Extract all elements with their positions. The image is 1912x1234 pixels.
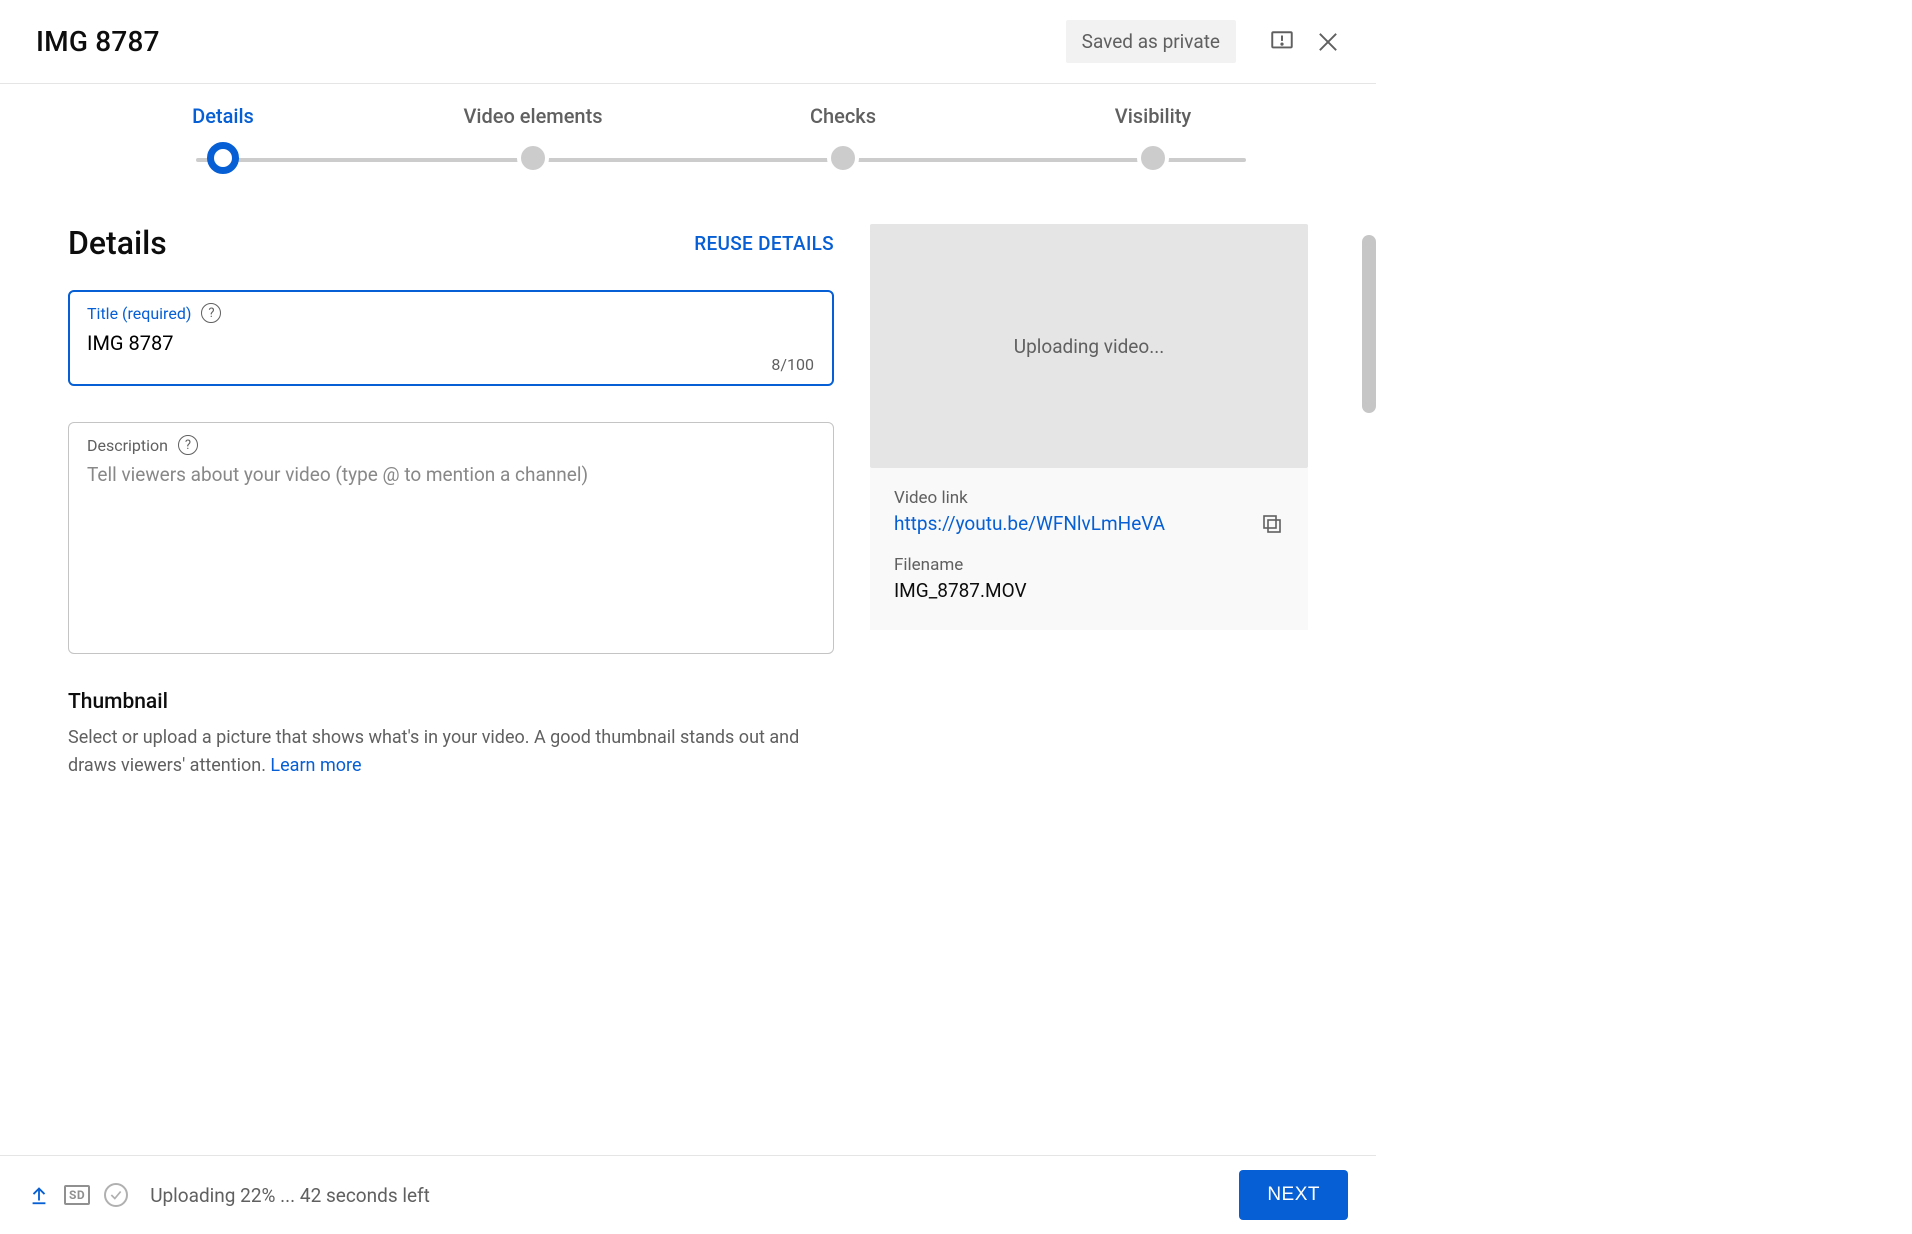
title-label: Title (required) — [87, 304, 191, 323]
step-label: Details — [192, 104, 254, 128]
step-video-elements[interactable]: Video elements — [378, 104, 688, 184]
dialog-body: Details REUSE DETAILS Title (required) ?… — [0, 184, 1376, 800]
video-link[interactable]: https://youtu.be/WFNlvLmHeVA — [894, 512, 1165, 535]
dialog-footer: SD Uploading 22% ... 42 seconds left NEX… — [0, 1155, 1376, 1234]
next-button[interactable]: NEXT — [1239, 1170, 1348, 1220]
dialog-title: IMG 8787 — [36, 25, 160, 58]
feedback-button[interactable] — [1262, 22, 1302, 62]
sd-quality-icon: SD — [64, 1185, 90, 1205]
title-input[interactable] — [87, 327, 815, 359]
step-dot-icon — [207, 142, 239, 174]
thumbnail-learn-more-link[interactable]: Learn more — [270, 755, 361, 776]
description-input[interactable] — [87, 459, 815, 629]
details-column: Details REUSE DETAILS Title (required) ?… — [68, 224, 834, 780]
step-visibility[interactable]: Visibility — [998, 104, 1308, 184]
step-label: Video elements — [463, 104, 602, 128]
step-details[interactable]: Details — [68, 104, 378, 184]
upload-stepper: Details Video elements Checks Visibility — [68, 104, 1308, 184]
description-help-icon[interactable]: ? — [178, 435, 198, 455]
filename-value: IMG_8787.MOV — [894, 579, 1284, 602]
close-icon — [1314, 28, 1342, 56]
video-meta-pane: Video link https://youtu.be/WFNlvLmHeVA … — [870, 468, 1308, 630]
description-field[interactable]: Description ? — [68, 422, 834, 654]
scroll-region[interactable]: IMG 8787 Saved as private — [0, 0, 1376, 1155]
thumbnail-text: Select or upload a picture that shows wh… — [68, 727, 799, 776]
scrollbar-thumb[interactable] — [1362, 235, 1376, 413]
copy-icon — [1260, 512, 1284, 536]
copy-link-button[interactable] — [1260, 512, 1284, 540]
check-status-icon — [104, 1183, 128, 1207]
thumbnail-heading: Thumbnail — [68, 690, 834, 714]
save-status-chip: Saved as private — [1066, 20, 1236, 63]
title-field[interactable]: Title (required) ? 8/100 — [68, 290, 834, 386]
dialog-header: IMG 8787 Saved as private — [0, 0, 1376, 84]
step-checks[interactable]: Checks — [688, 104, 998, 184]
upload-status-icons: SD — [28, 1183, 128, 1207]
details-heading: Details — [68, 224, 167, 262]
step-label: Visibility — [1115, 104, 1191, 128]
title-help-icon[interactable]: ? — [201, 303, 221, 323]
feedback-icon — [1269, 29, 1295, 55]
preview-status-text: Uploading video... — [1014, 335, 1164, 358]
upload-arrow-icon — [28, 1184, 50, 1206]
description-label: Description — [87, 436, 168, 455]
upload-dialog: IMG 8787 Saved as private — [0, 0, 1376, 1234]
step-label: Checks — [810, 104, 876, 128]
title-char-counter: 8/100 — [771, 355, 814, 374]
step-dot-icon — [827, 142, 859, 174]
thumbnail-description: Select or upload a picture that shows wh… — [68, 724, 828, 780]
step-dot-icon — [1137, 142, 1169, 174]
reuse-details-button[interactable]: REUSE DETAILS — [694, 232, 834, 255]
video-preview-pane: Uploading video... — [870, 224, 1308, 468]
upload-progress-text: Uploading 22% ... 42 seconds left — [150, 1184, 430, 1207]
video-link-label: Video link — [894, 488, 1284, 508]
preview-column: Uploading video... Video link https://yo… — [870, 224, 1308, 780]
filename-label: Filename — [894, 555, 1284, 575]
step-dot-icon — [517, 142, 549, 174]
close-button[interactable] — [1308, 22, 1348, 62]
